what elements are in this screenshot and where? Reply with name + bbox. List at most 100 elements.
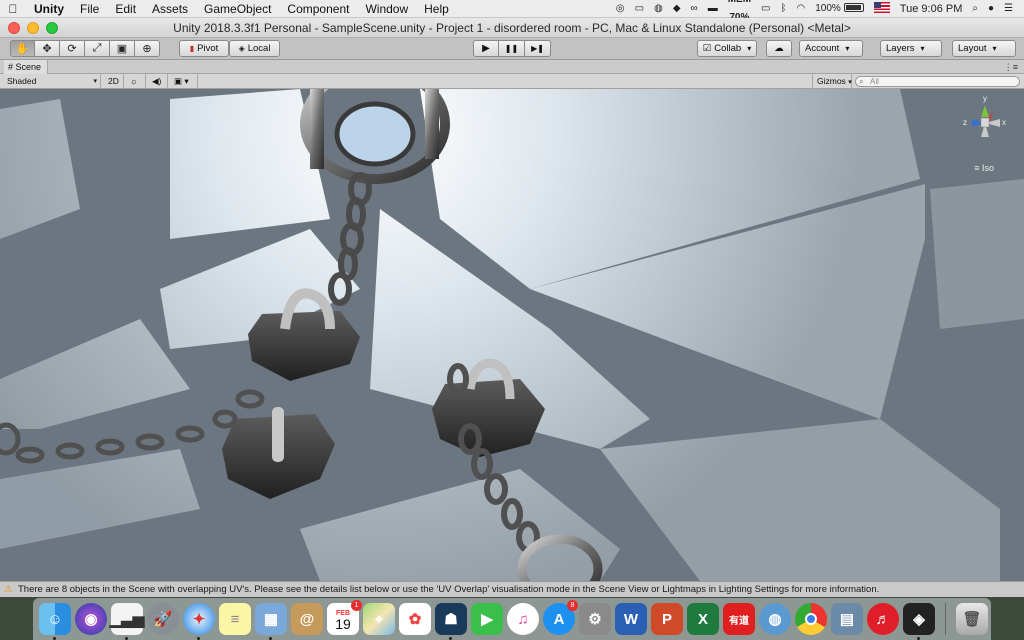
memory-icon[interactable]: ▬ — [703, 0, 723, 18]
move-tool-icon[interactable]: ✥ — [35, 40, 60, 57]
cpu-icon[interactable]: ◍ — [649, 0, 668, 18]
scale-tool-icon[interactable]: ⤢ — [85, 40, 110, 57]
safari-icon[interactable]: ✦ — [183, 603, 215, 640]
account-dropdown[interactable]: Account — [799, 40, 863, 57]
netease-music-icon[interactable]: ♬ — [867, 603, 899, 635]
menu-assets[interactable]: Assets — [144, 0, 196, 18]
play-button[interactable]: ▶ — [473, 40, 499, 57]
lamp-frame — [310, 89, 324, 169]
step-button[interactable]: ▶❚ — [525, 40, 551, 57]
facetime-icon[interactable]: ▶ — [471, 603, 503, 635]
collab-dropdown[interactable]: ☑ Collab — [697, 40, 757, 57]
scene-viewport[interactable]: y z x ≡ Iso — [0, 89, 1024, 581]
orientation-gizmo[interactable]: y z x — [960, 94, 1010, 167]
apple-menu-icon[interactable]:  — [0, 2, 26, 16]
audio-toggle-icon[interactable]: ◀) — [148, 74, 168, 89]
shading-mode-label: Shaded — [7, 76, 37, 86]
local-toggle[interactable]: ◈ Local — [229, 40, 280, 57]
tab-scene[interactable]: # Scene — [4, 60, 49, 74]
siri-icon[interactable]: ◉ — [75, 603, 107, 635]
memory-label: MEM — [728, 0, 751, 9]
scene-search-input[interactable]: ⌕ All — [855, 76, 1020, 87]
wifi-icon[interactable]: ◠ — [791, 0, 810, 18]
scene-render — [0, 89, 1024, 581]
scene-tab-label: Scene — [15, 62, 42, 72]
menu-help[interactable]: Help — [416, 0, 457, 18]
finder-icon[interactable]: ☺ — [39, 603, 71, 640]
contacts-icon[interactable]: @ — [291, 603, 323, 635]
system-preferences-icon[interactable]: ⚙ — [579, 603, 611, 635]
layout-dropdown[interactable]: Layout — [952, 40, 1016, 57]
list-icon[interactable]: ☰ — [999, 0, 1018, 18]
cloud-button[interactable]: ☁ — [766, 40, 792, 57]
app-store-icon[interactable]: A8 — [543, 600, 578, 635]
unity-toolbar: ✋ ✥ ⟳ ⤢ ▣ ⊕ ▮ Pivot ◈ Local ▶ ❚❚ ▶❚ ☑ Co… — [0, 38, 1024, 60]
local-label: Local — [247, 43, 271, 54]
trash-icon[interactable]: 🗑 — [956, 603, 988, 635]
menu-bar:  Unity File Edit Assets GameObject Comp… — [0, 0, 1024, 23]
calendar-icon[interactable]: FEB 19 1 — [327, 600, 362, 635]
gizmos-label: Gizmos — [817, 76, 846, 86]
minimize-window-button[interactable] — [27, 22, 39, 34]
rect-tool-icon[interactable]: ▣ — [110, 40, 135, 57]
creative-cloud-icon[interactable]: ◎ — [611, 0, 630, 18]
pivot-toggle[interactable]: ▮ Pivot — [179, 40, 229, 57]
battery-status[interactable]: 100% — [810, 0, 869, 18]
lighting-toggle-icon[interactable]: ☼ — [126, 74, 146, 89]
airplay-icon[interactable]: ▭ — [756, 0, 775, 18]
kindle-icon[interactable]: ☗ — [435, 603, 467, 640]
itunes-icon[interactable]: ♫ — [507, 603, 539, 635]
projection-label: Iso — [981, 163, 994, 173]
pause-button[interactable]: ❚❚ — [499, 40, 525, 57]
panel-menu-icon[interactable]: ⋮≡ — [1004, 60, 1018, 74]
notes-icon[interactable]: ≡ — [219, 603, 251, 635]
word-icon[interactable]: W — [615, 603, 647, 635]
photos-icon[interactable]: ✿ — [399, 603, 431, 635]
app-store-badge: 8 — [567, 600, 578, 611]
image-capture-icon[interactable]: ▤ — [831, 603, 863, 635]
preview-icon[interactable]: ▦ — [255, 603, 287, 640]
launchpad-icon[interactable]: 🚀 — [147, 603, 179, 635]
activity-monitor-icon[interactable]: ▁▃▅ — [110, 603, 144, 640]
effects-dropdown-icon[interactable]: ▣ ▾ — [170, 74, 198, 89]
clock[interactable]: Tue 9:06 PM — [895, 0, 968, 18]
youdao-label: 有道 — [729, 615, 749, 627]
hand-tool-icon[interactable]: ✋ — [10, 40, 35, 57]
pivot-label: Pivot — [197, 43, 219, 54]
rotate-tool-icon[interactable]: ⟳ — [60, 40, 85, 57]
adobe-icon[interactable]: ∞ — [686, 0, 703, 18]
vpn-icon[interactable]: ◍ — [759, 603, 791, 635]
shading-mode-dropdown[interactable]: Shaded ▾ — [3, 74, 101, 89]
menu-app-unity[interactable]: Unity — [26, 0, 72, 18]
axis-z-label: z — [963, 118, 967, 127]
projection-toggle[interactable]: ≡ Iso — [974, 163, 994, 173]
warning-icon: ⚠ — [4, 584, 13, 595]
menu-component[interactable]: Component — [279, 0, 357, 18]
2d-toggle[interactable]: 2D — [104, 74, 124, 89]
maps-icon[interactable]: ⌖ — [363, 603, 395, 635]
menu-gameobject[interactable]: GameObject — [196, 0, 279, 18]
close-window-button[interactable] — [8, 22, 20, 34]
search-icon[interactable]: ⌕ — [967, 0, 983, 18]
dropbox-icon[interactable]: ◆ — [668, 0, 686, 18]
menu-window[interactable]: Window — [357, 0, 416, 18]
bluetooth-icon[interactable]: ᛒ — [775, 0, 791, 18]
youdao-icon[interactable]: 有道 — [723, 603, 755, 635]
excel-icon[interactable]: X — [687, 603, 719, 635]
menu-edit[interactable]: Edit — [107, 0, 144, 18]
transform-tool-icon[interactable]: ⊕ — [135, 40, 160, 57]
gizmos-dropdown[interactable]: Gizmos ▾ — [812, 74, 852, 89]
scene-tab-strip: # Scene ⋮≡ — [0, 60, 1024, 74]
layers-dropdown[interactable]: Layers — [880, 40, 942, 57]
chrome-icon[interactable] — [795, 603, 827, 635]
desktop:  Unity File Edit Assets GameObject Comp… — [0, 0, 1024, 640]
input-source[interactable] — [869, 0, 895, 18]
messages-icon[interactable]: ▭ — [630, 0, 649, 18]
us-flag-icon — [873, 2, 890, 14]
menu-file[interactable]: File — [72, 0, 107, 18]
powerpoint-icon[interactable]: P — [651, 603, 683, 635]
status-bar[interactable]: ⚠ There are 8 objects in the Scene with … — [0, 581, 1024, 597]
siri-icon[interactable]: ● — [983, 0, 999, 18]
unity-icon[interactable]: ◈ — [903, 603, 935, 640]
zoom-window-button[interactable] — [46, 22, 58, 34]
